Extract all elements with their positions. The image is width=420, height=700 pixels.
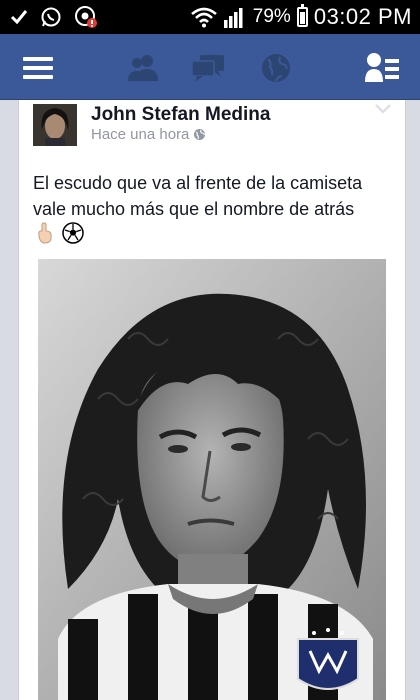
notifications-globe-icon[interactable] [256, 48, 296, 88]
wifi-icon [190, 7, 217, 28]
soccer-ball-icon [62, 222, 84, 244]
status-bar: 79% 03:02 PM [0, 0, 420, 34]
messages-icon[interactable] [188, 48, 228, 88]
post-message: El escudo que va al frente de la camiset… [33, 173, 363, 219]
battery-percent: 79% [252, 6, 291, 27]
battery-icon [296, 4, 308, 27]
whatsapp-icon [41, 7, 61, 27]
post-time[interactable]: Hace una hora [91, 126, 189, 143]
post-text: El escudo que va al frente de la camiset… [33, 170, 363, 248]
player-photo-illustration [38, 259, 386, 700]
signal-icon [223, 8, 243, 28]
chrome-notification-icon [75, 6, 97, 28]
clock: 03:02 PM [313, 4, 412, 29]
post-card: John Stefan Medina Hace una hora El escu… [18, 100, 406, 700]
contacts-icon[interactable] [362, 48, 402, 88]
status-notification-icons [10, 5, 98, 29]
chevron-down-icon[interactable] [375, 104, 391, 114]
hand-pointing-icon [38, 222, 52, 244]
globe-privacy-icon [194, 129, 206, 140]
post-meta: Hace una hora [91, 126, 206, 143]
avatar[interactable] [33, 104, 77, 146]
check-icon [10, 10, 28, 25]
post-author[interactable]: John Stefan Medina [91, 104, 270, 126]
status-system-icons: 79% 03:02 PM [190, 4, 412, 29]
post-photo[interactable] [38, 259, 386, 700]
facebook-nav-bar [0, 34, 420, 100]
friend-requests-icon[interactable] [124, 48, 164, 88]
menu-icon[interactable] [18, 48, 58, 88]
